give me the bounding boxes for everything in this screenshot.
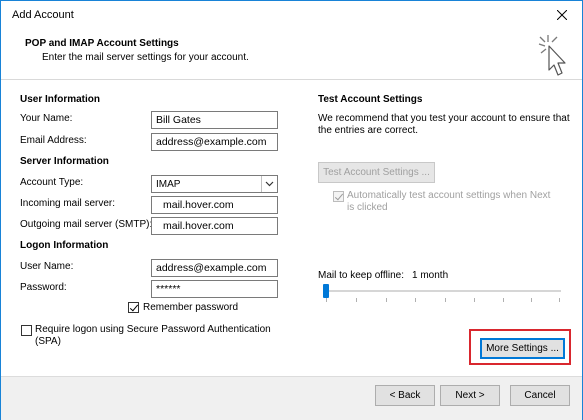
password-label: Password:	[20, 282, 67, 293]
slider-tick	[503, 298, 504, 302]
test-description-line2: the entries are correct.	[318, 125, 419, 136]
header-title: POP and IMAP Account Settings	[25, 38, 179, 49]
slider-tick	[415, 298, 416, 302]
chevron-down-icon	[261, 176, 277, 192]
offline-slider-track	[323, 290, 561, 292]
close-icon	[557, 10, 567, 20]
incoming-server-label: Incoming mail server:	[20, 198, 116, 209]
user-info-heading: User Information	[20, 94, 101, 105]
more-settings-button[interactable]: More Settings ...	[480, 338, 565, 359]
email-address-field[interactable]: address@example.com	[151, 133, 278, 151]
test-settings-heading: Test Account Settings	[318, 94, 423, 105]
account-type-dropdown[interactable]: IMAP	[151, 175, 278, 193]
title-bar: Add Account	[1, 1, 582, 31]
remember-password-checkbox[interactable]	[128, 302, 139, 313]
outgoing-server-field[interactable]: mail.hover.com	[151, 217, 278, 235]
auto-test-checkbox[interactable]	[333, 191, 344, 202]
auto-test-label-line1: Automatically test account settings when…	[347, 190, 551, 201]
header-panel: POP and IMAP Account Settings Enter the …	[1, 31, 582, 79]
spa-label-line2: (SPA)	[35, 336, 61, 347]
spa-checkbox[interactable]	[21, 325, 32, 336]
account-type-value: IMAP	[156, 179, 181, 190]
remember-password-label: Remember password	[143, 302, 239, 313]
next-button[interactable]: Next >	[440, 385, 500, 406]
slider-tick	[386, 298, 387, 302]
offline-slider-thumb[interactable]	[323, 284, 329, 298]
close-button[interactable]	[548, 3, 576, 27]
email-address-label: Email Address:	[20, 135, 87, 146]
slider-tick	[559, 298, 560, 302]
header-divider	[1, 79, 582, 80]
server-info-heading: Server Information	[20, 156, 109, 167]
account-type-label: Account Type:	[20, 177, 84, 188]
slider-tick	[531, 298, 532, 302]
offline-value: 1 month	[412, 270, 449, 281]
user-name-label: User Name:	[20, 261, 74, 272]
your-name-field[interactable]: Bill Gates	[151, 111, 278, 129]
slider-tick	[474, 298, 475, 302]
incoming-server-field[interactable]: mail.hover.com	[151, 196, 278, 214]
password-field[interactable]: ******	[151, 280, 278, 298]
user-name-field[interactable]: address@example.com	[151, 259, 278, 277]
cursor-sparkle-icon	[538, 35, 566, 76]
outgoing-server-label: Outgoing mail server (SMTP):	[20, 219, 153, 230]
slider-tick	[445, 298, 446, 302]
add-account-dialog: Add Account POP and IMAP Account Setting…	[0, 0, 583, 420]
offline-label: Mail to keep offline:	[318, 270, 404, 281]
window-title: Add Account	[12, 9, 74, 21]
spa-label-line1: Require logon using Secure Password Auth…	[35, 324, 271, 335]
back-button[interactable]: < Back	[375, 385, 435, 406]
test-description-line1: We recommend that you test your account …	[318, 113, 570, 124]
your-name-label: Your Name:	[20, 113, 73, 124]
test-account-settings-button[interactable]: Test Account Settings ...	[318, 162, 435, 183]
slider-tick	[356, 298, 357, 302]
slider-tick	[326, 298, 327, 302]
auto-test-label-line2: is clicked	[347, 202, 388, 213]
header-subtitle: Enter the mail server settings for your …	[42, 52, 249, 63]
logon-info-heading: Logon Information	[20, 240, 109, 251]
cancel-button[interactable]: Cancel	[510, 385, 570, 406]
